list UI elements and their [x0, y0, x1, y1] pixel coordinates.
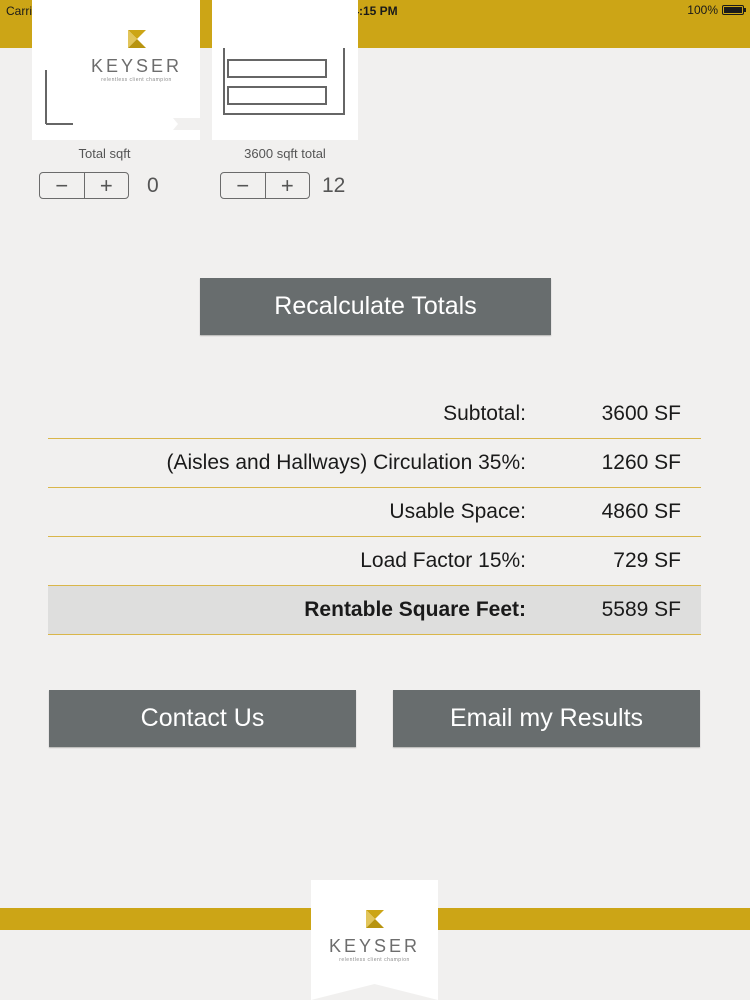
item-card-3600[interactable] — [212, 0, 358, 140]
keyser-mark-icon — [127, 30, 146, 48]
summary-value: 3600 SF — [601, 402, 681, 425]
summary-label: Usable Space: — [389, 500, 526, 523]
footer-logo[interactable]: KEYSER relentless client champion — [311, 880, 438, 1000]
summary-row-load-factor: Load Factor 15%: 729 SF — [48, 537, 701, 586]
battery-icon — [722, 5, 746, 15]
header-logo[interactable]: KEYSER relentless client champion — [73, 0, 200, 130]
decrement-button[interactable]: − — [221, 173, 265, 198]
email-results-button[interactable]: Email my Results — [393, 690, 700, 747]
item-label-total: Total sqft — [78, 146, 131, 161]
logo-wordmark: KEYSER — [90, 56, 183, 76]
logo-tagline: relentless client champion — [101, 77, 172, 83]
keyser-logo: KEYSER relentless client champion — [73, 28, 200, 83]
summary-value: 4860 SF — [601, 500, 681, 523]
recalculate-totals-button[interactable]: Recalculate Totals — [200, 278, 551, 335]
workstation-thumbnail — [223, 48, 345, 115]
contact-us-button[interactable]: Contact Us — [49, 690, 356, 747]
keyser-logo: KEYSER relentless client champion — [311, 908, 438, 963]
quantity-value-total: 0 — [147, 174, 159, 197]
summary-label: Load Factor 15%: — [360, 549, 526, 572]
summary-label: Subtotal: — [443, 402, 526, 425]
summary-row-usable-space: Usable Space: 4860 SF — [48, 488, 701, 537]
summary-value: 5589 SF — [601, 598, 681, 621]
decrement-button[interactable]: − — [40, 173, 84, 198]
summary-label: Rentable Square Feet: — [304, 598, 526, 621]
quantity-value-3600: 12 — [322, 174, 346, 197]
summary-value: 1260 SF — [601, 451, 681, 474]
logo-wordmark: KEYSER — [328, 936, 421, 956]
quantity-stepper-3600[interactable]: − + — [220, 172, 310, 199]
footer-chevron-notch — [311, 984, 438, 1000]
keyser-mark-icon — [365, 910, 384, 928]
battery-percent: 100% — [687, 3, 718, 17]
summary-table: Subtotal: 3600 SF (Aisles and Hallways) … — [48, 390, 701, 635]
summary-value: 729 SF — [613, 549, 681, 572]
battery-indicator: 100% — [687, 3, 746, 17]
quantity-stepper-total[interactable]: − + — [39, 172, 129, 199]
increment-button[interactable]: + — [264, 173, 310, 198]
item-label-3600: 3600 sqft total — [244, 146, 326, 161]
logo-tagline: relentless client champion — [339, 957, 410, 963]
summary-row-circulation: (Aisles and Hallways) Circulation 35%: 1… — [48, 439, 701, 488]
summary-row-subtotal: Subtotal: 3600 SF — [48, 390, 701, 439]
summary-label: (Aisles and Hallways) Circulation 35%: — [166, 451, 526, 474]
summary-row-rentable-total: Rentable Square Feet: 5589 SF — [48, 586, 701, 635]
increment-button[interactable]: + — [83, 173, 129, 198]
